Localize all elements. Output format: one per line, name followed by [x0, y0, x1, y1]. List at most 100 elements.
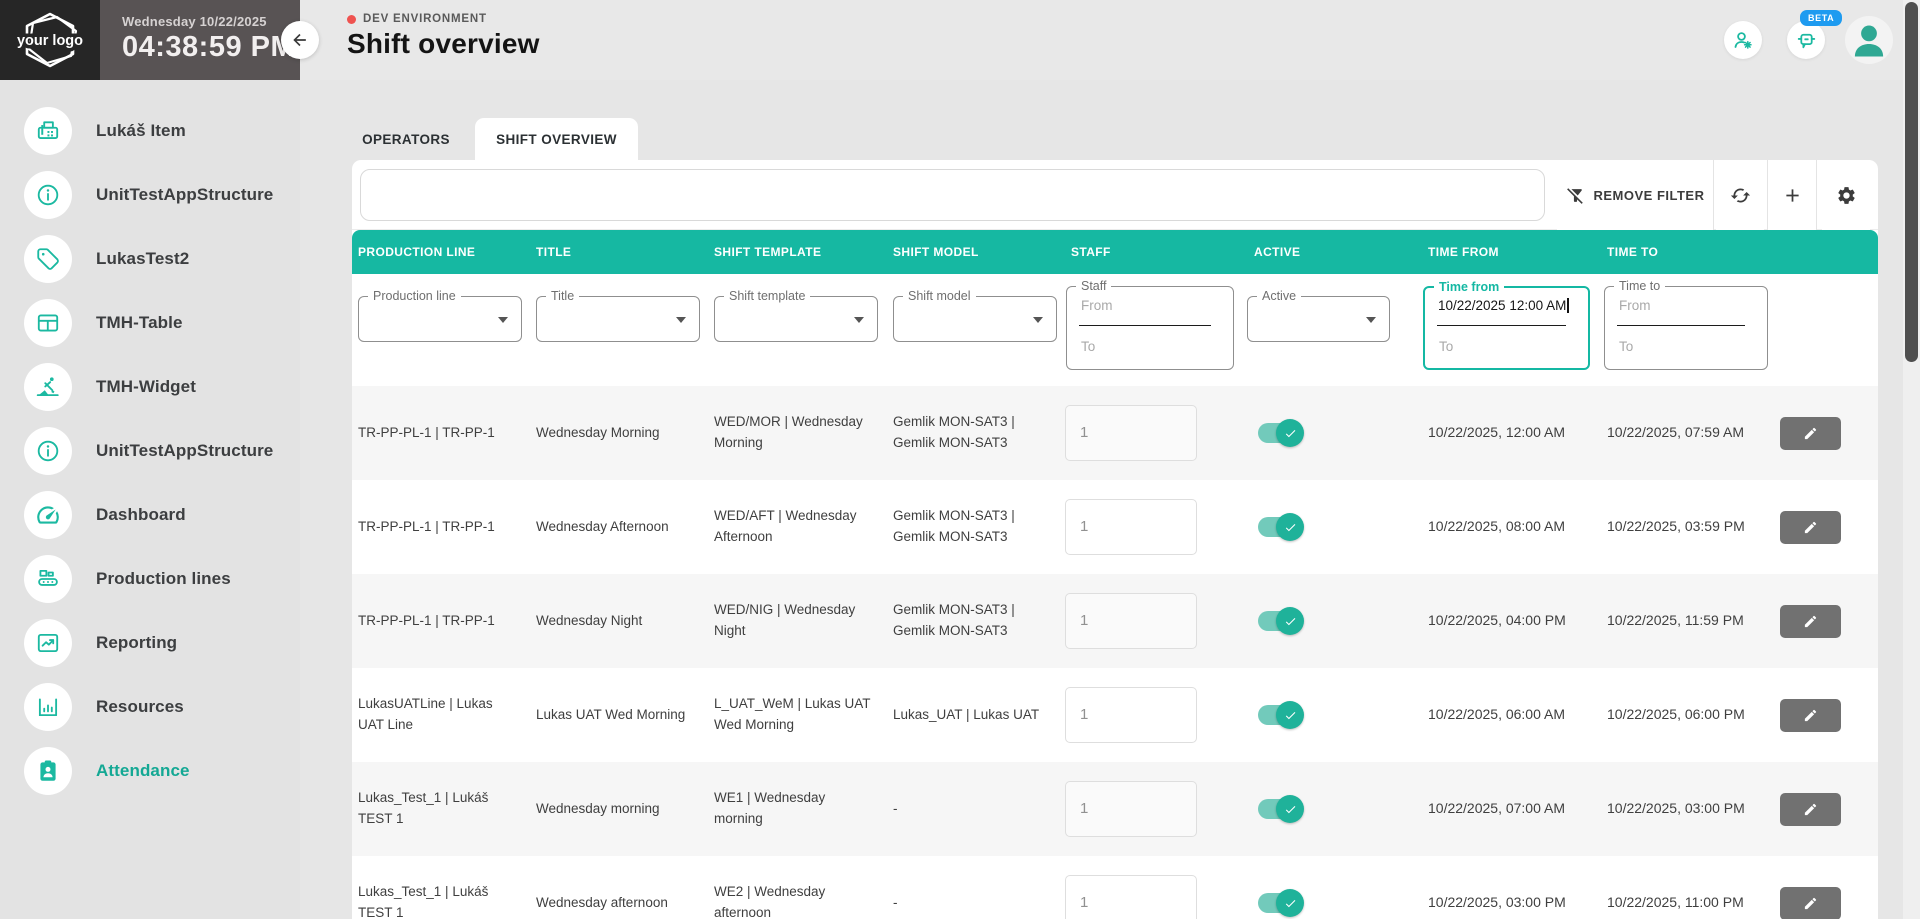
- sidebar-item-label: Resources: [96, 697, 184, 717]
- sidebar-item-tmh-widget[interactable]: TMH-Widget: [0, 363, 300, 411]
- table-row: Lukas_Test_1 | Lukáš TEST 1Wednesday aft…: [352, 856, 1878, 919]
- sidebar-item-lukastest2[interactable]: LukasTest2: [0, 235, 300, 283]
- sidebar-item-unittestappstructure[interactable]: UnitTestAppStructure: [0, 171, 300, 219]
- staff-to-input[interactable]: To: [1081, 339, 1095, 354]
- environment-indicator: DEV ENVIRONMENT: [347, 13, 487, 25]
- toolbar-separator: [1816, 160, 1817, 230]
- sidebar-item-resources[interactable]: Resources: [0, 683, 300, 731]
- sidebar-item-production-lines[interactable]: Production lines: [0, 555, 300, 603]
- time-to-to-input[interactable]: To: [1619, 339, 1633, 354]
- check-icon: [1284, 709, 1297, 722]
- staff-from-input[interactable]: From: [1081, 298, 1113, 313]
- cell-title: Wednesday morning: [536, 799, 714, 820]
- active-toggle[interactable]: [1258, 799, 1300, 819]
- edit-button[interactable]: [1780, 699, 1841, 732]
- cell-actions: [1780, 699, 1878, 732]
- column-header-production-line: PRODUCTION LINE: [358, 245, 536, 259]
- sidebar-item-luk-item[interactable]: Lukáš Item: [0, 107, 300, 155]
- back-button[interactable]: [281, 21, 319, 59]
- cell-shift-template: L_UAT_WeM | Lukas UAT Wed Morning: [714, 694, 893, 736]
- sidebar-item-unittestappstructure[interactable]: UnitTestAppStructure: [0, 427, 300, 475]
- logo[interactable]: your logo: [0, 0, 100, 80]
- time-from-from-input[interactable]: 10/22/2025 12:00 AM: [1438, 298, 1569, 313]
- input-underline: [1079, 325, 1211, 326]
- user-settings-button[interactable]: [1724, 21, 1762, 59]
- toggle-thumb: [1276, 795, 1304, 823]
- production-line-filter[interactable]: Production line: [358, 296, 522, 342]
- filter-toolbar: REMOVE FILTER: [352, 160, 1878, 230]
- active-toggle[interactable]: [1258, 705, 1300, 725]
- edit-button[interactable]: [1780, 793, 1841, 826]
- tab-operators[interactable]: OPERATORS: [358, 118, 454, 160]
- sidebar-item-dashboard[interactable]: Dashboard: [0, 491, 300, 539]
- column-header-title: TITLE: [536, 245, 714, 259]
- sidebar-item-label: Production lines: [96, 569, 231, 589]
- column-header-staff: STAFF: [1071, 245, 1254, 259]
- table-row: LukasUATLine | Lukas UAT LineLukas UAT W…: [352, 668, 1878, 762]
- profile-avatar[interactable]: [1845, 16, 1893, 64]
- active-toggle[interactable]: [1258, 611, 1300, 631]
- fax-icon: [24, 107, 72, 155]
- env-label: DEV ENVIRONMENT: [363, 13, 487, 25]
- remove-filter-button[interactable]: REMOVE FILTER: [1557, 160, 1713, 230]
- edit-button[interactable]: [1780, 605, 1841, 638]
- time-to-from-input[interactable]: From: [1619, 298, 1651, 313]
- chevron-down-icon: [854, 317, 864, 323]
- staff-input[interactable]: 1: [1065, 593, 1197, 649]
- cell-shift-template: WED/AFT | Wednesday Afternoon: [714, 506, 893, 548]
- staff-input[interactable]: 1: [1065, 405, 1197, 461]
- edit-button[interactable]: [1780, 887, 1841, 919]
- shift-template-filter[interactable]: Shift template: [714, 296, 878, 342]
- table-filter-row: Production line Title Shift template Shi…: [352, 274, 1878, 386]
- edit-button[interactable]: [1780, 417, 1841, 450]
- staff-input[interactable]: 1: [1065, 687, 1197, 743]
- settings-button[interactable]: [1822, 160, 1870, 230]
- sidebar-item-reporting[interactable]: Reporting: [0, 619, 300, 667]
- toggle-thumb: [1276, 889, 1304, 917]
- cell-actions: [1780, 605, 1878, 638]
- cell-time-from: 10/22/2025, 12:00 AM: [1428, 422, 1607, 444]
- check-icon: [1284, 615, 1297, 628]
- active-filter[interactable]: Active: [1247, 296, 1390, 342]
- cell-actions: [1780, 511, 1878, 544]
- cell-actions: [1780, 793, 1878, 826]
- title-filter[interactable]: Title: [536, 296, 700, 342]
- check-icon: [1284, 803, 1297, 816]
- time-to-filter[interactable]: Time to From To: [1604, 286, 1768, 370]
- staff-input[interactable]: 1: [1065, 875, 1197, 919]
- refresh-button[interactable]: [1716, 160, 1764, 230]
- cell-time-from: 10/22/2025, 08:00 AM: [1428, 516, 1607, 538]
- chatbot-button[interactable]: [1787, 21, 1825, 59]
- scrollbar-thumb[interactable]: [1905, 2, 1918, 362]
- tab-shift-overview[interactable]: SHIFT OVERVIEW: [475, 118, 638, 160]
- cell-time-to: 10/22/2025, 03:59 PM: [1607, 516, 1780, 538]
- cell-active: [1254, 517, 1428, 537]
- top-bar: your logo Wednesday 10/22/2025 04:38:59 …: [0, 0, 1920, 80]
- staff-input[interactable]: 1: [1065, 499, 1197, 555]
- active-toggle[interactable]: [1258, 423, 1300, 443]
- pencil-icon: [1803, 708, 1818, 723]
- sidebar-item-tmh-table[interactable]: TMH-Table: [0, 299, 300, 347]
- gear-icon: [1836, 185, 1857, 206]
- cell-title: Wednesday afternoon: [536, 893, 714, 914]
- shift-model-filter[interactable]: Shift model: [893, 296, 1057, 342]
- refresh-icon: [1730, 185, 1751, 206]
- add-button[interactable]: [1768, 160, 1816, 230]
- sidebar-item-label: LukasTest2: [96, 249, 189, 269]
- filter-chips-field[interactable]: [360, 169, 1545, 221]
- active-toggle[interactable]: [1258, 893, 1300, 913]
- info-icon: [24, 171, 72, 219]
- time-from-filter[interactable]: Time from 10/22/2025 12:00 AM To: [1423, 286, 1590, 370]
- check-icon: [1284, 427, 1297, 440]
- time-from-to-input[interactable]: To: [1439, 339, 1453, 354]
- edit-button[interactable]: [1780, 511, 1841, 544]
- plus-icon: [1782, 185, 1803, 206]
- staff-filter[interactable]: Staff From To: [1066, 286, 1234, 370]
- vertical-scrollbar[interactable]: [1903, 0, 1920, 919]
- page-title: Shift overview: [347, 28, 540, 60]
- cell-active: [1254, 423, 1428, 443]
- cell-production-line: TR-PP-PL-1 | TR-PP-1: [358, 517, 536, 538]
- staff-input[interactable]: 1: [1065, 781, 1197, 837]
- sidebar-item-attendance[interactable]: Attendance: [0, 747, 300, 795]
- active-toggle[interactable]: [1258, 517, 1300, 537]
